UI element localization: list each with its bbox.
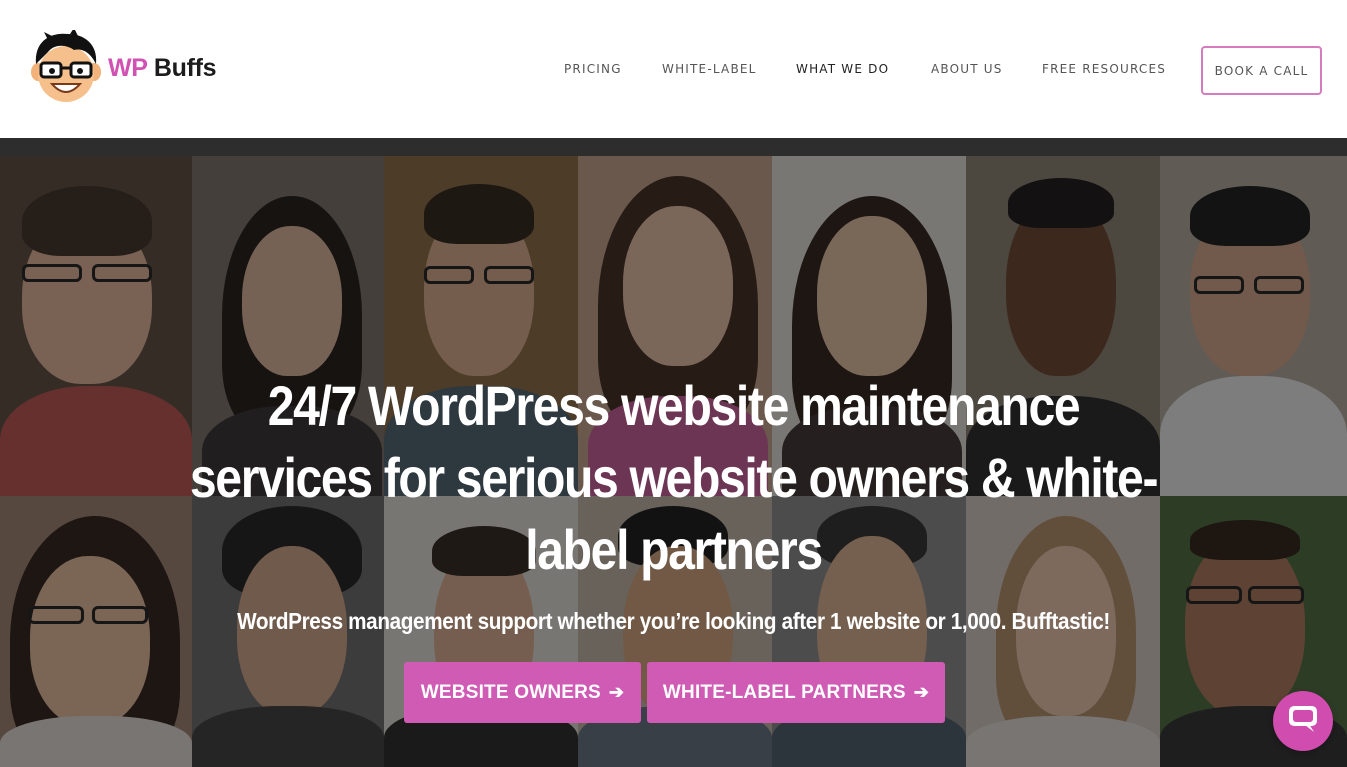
nav-what-we-do[interactable]: WHAT WE DO [796, 62, 889, 76]
chat-bubble-icon [1287, 704, 1319, 739]
arrow-right-icon: ➔ [608, 682, 625, 702]
nav-free-resources[interactable]: FREE RESOURCES [1042, 62, 1166, 76]
book-a-call-button[interactable]: BOOK A CALL [1201, 46, 1322, 95]
arrow-right-icon: ➔ [913, 682, 930, 702]
hero-subtitle: WordPress management support whether you… [237, 608, 1110, 634]
nav-white-label[interactable]: WHITE-LABEL [662, 62, 757, 76]
nav-pricing[interactable]: PRICING [564, 62, 622, 76]
main-nav: PRICING WHITE-LABEL WHAT WE DO ABOUT US … [0, 0, 1347, 138]
nav-about-us[interactable]: ABOUT US [931, 62, 1003, 76]
hero-title: 24/7 WordPress website maintenance servi… [189, 374, 1159, 581]
white-label-partners-label: WHITE-LABEL PARTNERS [662, 681, 906, 703]
chat-widget-button[interactable] [1273, 691, 1333, 751]
site-header: WP Buffs PRICING WHITE-LABEL WHAT WE DO … [0, 0, 1347, 138]
hero-section: 24/7 WordPress website maintenance servi… [0, 138, 1347, 767]
white-label-partners-button[interactable]: WHITE-LABEL PARTNERS ➔ [647, 662, 945, 723]
website-owners-button[interactable]: WEBSITE OWNERS ➔ [404, 662, 641, 723]
website-owners-label: WEBSITE OWNERS [420, 681, 601, 703]
